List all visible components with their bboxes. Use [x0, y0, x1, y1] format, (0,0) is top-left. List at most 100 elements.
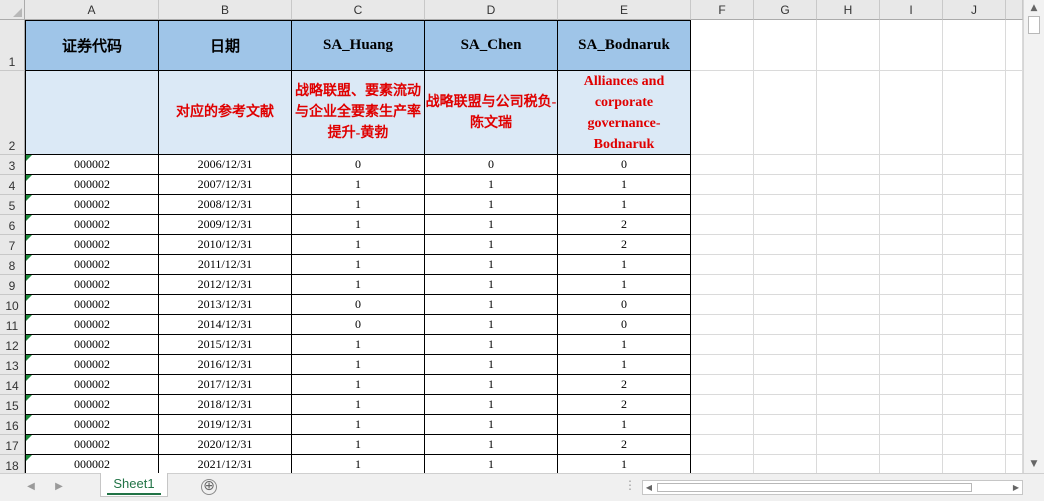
data-cell-stock-code[interactable]: 000002	[25, 355, 159, 375]
empty-cell[interactable]	[943, 71, 1006, 155]
row-header-15[interactable]: 15	[0, 395, 25, 415]
row-header-4[interactable]: 4	[0, 175, 25, 195]
empty-cell[interactable]	[943, 215, 1006, 235]
empty-cell[interactable]	[943, 20, 1006, 71]
data-cell-sa-huang[interactable]: 1	[292, 415, 425, 435]
data-cell-stock-code[interactable]: 000002	[25, 275, 159, 295]
empty-cell[interactable]	[754, 335, 817, 355]
data-cell-sa-huang[interactable]: 0	[292, 315, 425, 335]
header-cell-sa-bodnaruk[interactable]: SA_Bodnaruk	[558, 20, 691, 71]
empty-cell[interactable]	[754, 355, 817, 375]
data-cell-sa-bodnaruk[interactable]: 2	[558, 435, 691, 455]
data-cell-sa-bodnaruk[interactable]: 0	[558, 295, 691, 315]
data-cell-sa-huang[interactable]: 1	[292, 235, 425, 255]
scroll-down-icon[interactable]: ▼	[1028, 457, 1040, 471]
column-header-f[interactable]: F	[691, 0, 754, 20]
data-cell-sa-bodnaruk[interactable]: 2	[558, 235, 691, 255]
row-header-1[interactable]: 1	[0, 20, 25, 71]
prev-sheet-icon[interactable]: ◀	[24, 479, 38, 495]
data-cell-sa-chen[interactable]: 0	[425, 155, 558, 175]
empty-cell[interactable]	[880, 20, 943, 71]
scroll-right-icon[interactable]: ▶	[1010, 481, 1022, 494]
empty-cell[interactable]	[691, 175, 754, 195]
data-cell-sa-chen[interactable]: 1	[425, 335, 558, 355]
empty-cell[interactable]	[1006, 375, 1023, 395]
empty-cell[interactable]	[691, 215, 754, 235]
data-cell-sa-bodnaruk[interactable]: 1	[558, 415, 691, 435]
empty-cell[interactable]	[817, 295, 880, 315]
empty-cell[interactable]	[943, 455, 1006, 473]
empty-cell[interactable]	[943, 175, 1006, 195]
empty-cell[interactable]	[943, 335, 1006, 355]
empty-cell[interactable]	[754, 71, 817, 155]
data-cell-sa-huang[interactable]: 1	[292, 395, 425, 415]
empty-cell[interactable]	[880, 235, 943, 255]
empty-cell[interactable]	[1006, 335, 1023, 355]
data-cell-date[interactable]: 2012/12/31	[159, 275, 292, 295]
data-cell-sa-huang[interactable]: 0	[292, 295, 425, 315]
empty-cell[interactable]	[754, 20, 817, 71]
data-cell-stock-code[interactable]: 000002	[25, 155, 159, 175]
data-cell-sa-chen[interactable]: 1	[425, 275, 558, 295]
empty-cell[interactable]	[754, 255, 817, 275]
row-header-6[interactable]: 6	[0, 215, 25, 235]
empty-cell[interactable]	[1006, 355, 1023, 375]
empty-cell[interactable]	[754, 235, 817, 255]
data-cell-sa-huang[interactable]: 1	[292, 195, 425, 215]
empty-cell[interactable]	[817, 175, 880, 195]
row-header-9[interactable]: 9	[0, 275, 25, 295]
row-header-2[interactable]: 2	[0, 71, 25, 155]
header-cell-sa-chen[interactable]: SA_Chen	[425, 20, 558, 71]
empty-cell[interactable]	[691, 20, 754, 71]
empty-cell[interactable]	[754, 155, 817, 175]
empty-cell[interactable]	[817, 195, 880, 215]
header-cell-sa-huang[interactable]: SA_Huang	[292, 20, 425, 71]
empty-cell[interactable]	[880, 375, 943, 395]
empty-cell[interactable]	[754, 295, 817, 315]
empty-cell[interactable]	[880, 255, 943, 275]
data-cell-sa-bodnaruk[interactable]: 1	[558, 175, 691, 195]
data-cell-sa-chen[interactable]: 1	[425, 255, 558, 275]
data-cell-stock-code[interactable]: 000002	[25, 195, 159, 215]
empty-cell[interactable]	[943, 195, 1006, 215]
scroll-left-icon[interactable]: ◀	[643, 481, 655, 494]
data-cell-sa-bodnaruk[interactable]: 1	[558, 195, 691, 215]
data-cell-sa-chen[interactable]: 1	[425, 215, 558, 235]
data-cell-sa-chen[interactable]: 1	[425, 315, 558, 335]
data-cell-sa-huang[interactable]: 1	[292, 455, 425, 473]
header-cell-date[interactable]: 日期	[159, 20, 292, 71]
empty-cell[interactable]	[1006, 195, 1023, 215]
empty-cell[interactable]	[1006, 255, 1023, 275]
empty-cell[interactable]	[880, 395, 943, 415]
empty-cell[interactable]	[1006, 315, 1023, 335]
empty-cell[interactable]	[817, 315, 880, 335]
data-cell-sa-chen[interactable]: 1	[425, 435, 558, 455]
empty-cell[interactable]	[943, 315, 1006, 335]
data-cell-stock-code[interactable]: 000002	[25, 455, 159, 473]
column-header-i[interactable]: I	[880, 0, 943, 20]
data-cell-stock-code[interactable]: 000002	[25, 175, 159, 195]
data-cell-sa-chen[interactable]: 1	[425, 395, 558, 415]
empty-cell[interactable]	[1006, 20, 1023, 71]
empty-cell[interactable]	[691, 415, 754, 435]
next-sheet-icon[interactable]: ▶	[52, 479, 66, 495]
empty-cell[interactable]	[691, 255, 754, 275]
empty-cell[interactable]	[817, 235, 880, 255]
data-cell-sa-bodnaruk[interactable]: 1	[558, 355, 691, 375]
row-header-13[interactable]: 13	[0, 355, 25, 375]
data-cell-date[interactable]: 2015/12/31	[159, 335, 292, 355]
empty-cell[interactable]	[691, 315, 754, 335]
row-header-5[interactable]: 5	[0, 195, 25, 215]
empty-cell[interactable]	[1006, 71, 1023, 155]
data-cell-stock-code[interactable]: 000002	[25, 295, 159, 315]
empty-cell[interactable]	[817, 20, 880, 71]
more-options-icon[interactable]: ⋮	[624, 478, 636, 492]
data-cell-date[interactable]: 2018/12/31	[159, 395, 292, 415]
empty-cell[interactable]	[943, 395, 1006, 415]
empty-cell[interactable]	[880, 415, 943, 435]
scroll-up-icon[interactable]: ▲	[1028, 1, 1040, 15]
empty-cell[interactable]	[817, 215, 880, 235]
data-cell-sa-huang[interactable]: 1	[292, 275, 425, 295]
empty-cell[interactable]	[880, 435, 943, 455]
empty-cell[interactable]	[1006, 295, 1023, 315]
